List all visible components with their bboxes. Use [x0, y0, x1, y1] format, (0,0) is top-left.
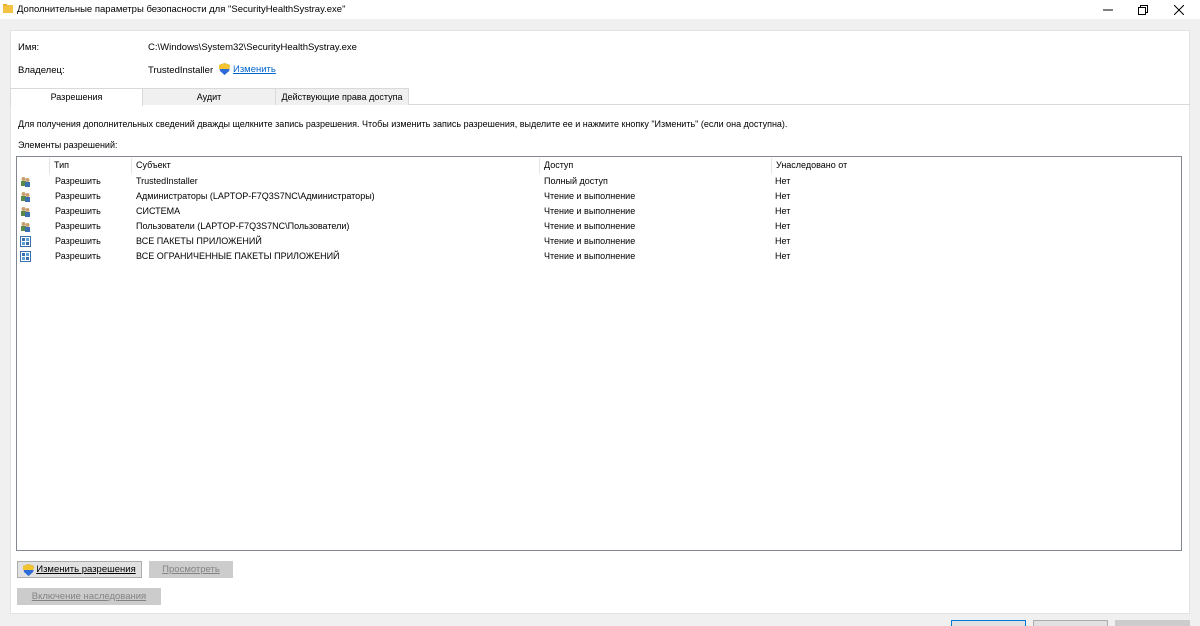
row-type: Разрешить: [55, 221, 101, 231]
row-inherited: Нет: [775, 176, 791, 186]
owner-change-label[interactable]: Изменить: [233, 64, 276, 75]
row-type: Разрешить: [55, 176, 101, 186]
row-inherited: Нет: [775, 236, 791, 246]
row-type: Разрешить: [55, 206, 101, 216]
row-access: Чтение и выполнение: [544, 251, 636, 261]
row-subject: СИСТЕМА: [136, 206, 181, 216]
row-type: Разрешить: [55, 191, 101, 201]
minimize-icon: [1103, 9, 1113, 10]
app-packages-icon: [20, 236, 31, 247]
enable-inheritance-button[interactable]: Включение наследования: [17, 588, 161, 605]
uac-shield-icon: [219, 63, 230, 75]
owner-change-link[interactable]: Изменить: [219, 63, 276, 75]
restore-icon: [1138, 4, 1148, 15]
table-row[interactable]: Разрешить Пользователи (LAPTOP-F7Q3S7NC\…: [17, 219, 1181, 234]
row-subject: Администраторы (LAPTOP-F7Q3S7NC\Админист…: [136, 191, 375, 201]
row-subject: Пользователи (LAPTOP-F7Q3S7NC\Пользовате…: [136, 221, 350, 231]
row-type: Разрешить: [55, 236, 101, 246]
info-text: Для получения дополнительных сведений дв…: [18, 119, 788, 129]
row-subject: ВСЕ ОГРАНИЧЕННЫЕ ПАКЕТЫ ПРИЛОЖЕНИЙ: [136, 251, 340, 261]
view-label: Просмотреть: [162, 564, 220, 575]
table-row[interactable]: Разрешить ВСЕ ОГРАНИЧЕННЫЕ ПАКЕТЫ ПРИЛОЖ…: [17, 249, 1181, 264]
apply-button[interactable]: [1115, 620, 1190, 626]
column-header-type[interactable]: Тип: [50, 158, 132, 174]
users-icon: [21, 207, 30, 217]
tab-permissions[interactable]: Разрешения: [10, 88, 143, 106]
ok-button[interactable]: [951, 620, 1026, 626]
owner-label: Владелец:: [18, 65, 65, 76]
column-header-inherited[interactable]: Унаследовано от: [772, 158, 1012, 174]
users-icon: [21, 177, 30, 187]
row-subject: ВСЕ ПАКЕТЫ ПРИЛОЖЕНИЙ: [136, 236, 262, 246]
uac-shield-icon: [23, 563, 35, 576]
view-button[interactable]: Просмотреть: [149, 561, 233, 578]
column-header-access[interactable]: Доступ: [540, 158, 772, 174]
row-subject: TrustedInstaller: [136, 176, 198, 186]
owner-value: TrustedInstaller: [148, 65, 214, 76]
permission-entries-label: Элементы разрешений:: [18, 140, 118, 150]
close-icon: [1174, 4, 1184, 15]
column-header-subject[interactable]: Субъект: [132, 158, 540, 174]
users-icon: [21, 192, 30, 202]
row-inherited: Нет: [775, 251, 791, 261]
window-title: Дополнительные параметры безопасности дл…: [17, 4, 346, 15]
row-access: Полный доступ: [544, 176, 608, 186]
row-inherited: Нет: [775, 191, 791, 201]
table-row[interactable]: Разрешить ВСЕ ПАКЕТЫ ПРИЛОЖЕНИЙ Чтение и…: [17, 234, 1181, 249]
table-row[interactable]: Разрешить Администраторы (LAPTOP-F7Q3S7N…: [17, 189, 1181, 204]
row-inherited: Нет: [775, 221, 791, 231]
permissions-list[interactable]: Тип Субъект Доступ Унаследовано от Разре…: [16, 156, 1182, 551]
row-access: Чтение и выполнение: [544, 206, 636, 216]
change-permissions-label: Изменить разрешения: [36, 564, 136, 575]
row-type: Разрешить: [55, 251, 101, 261]
minimize-button[interactable]: [1090, 0, 1126, 19]
app-packages-icon: [20, 251, 31, 262]
change-permissions-button[interactable]: Изменить разрешения: [17, 561, 142, 578]
row-access: Чтение и выполнение: [544, 236, 636, 246]
folder-icon: [3, 4, 13, 13]
tab-effective-access[interactable]: Действующие права доступа: [275, 88, 409, 105]
enable-inheritance-label: Включение наследования: [31, 591, 147, 602]
row-access: Чтение и выполнение: [544, 191, 636, 201]
table-row[interactable]: Разрешить TrustedInstaller Полный доступ…: [17, 174, 1181, 189]
table-row[interactable]: Разрешить СИСТЕМА Чтение и выполнение Не…: [17, 204, 1181, 219]
cancel-button[interactable]: [1033, 620, 1108, 626]
tab-audit[interactable]: Аудит: [142, 88, 276, 105]
column-header-icon[interactable]: [17, 158, 50, 174]
name-label: Имя:: [18, 42, 40, 53]
title-bar: Дополнительные параметры безопасности дл…: [0, 0, 1200, 19]
maximize-button[interactable]: [1125, 0, 1161, 19]
close-button[interactable]: [1161, 0, 1197, 19]
name-value: C:\Windows\System32\SecurityHealthSystra…: [148, 42, 357, 53]
row-inherited: Нет: [775, 206, 791, 216]
row-access: Чтение и выполнение: [544, 221, 636, 231]
users-icon: [21, 222, 30, 232]
